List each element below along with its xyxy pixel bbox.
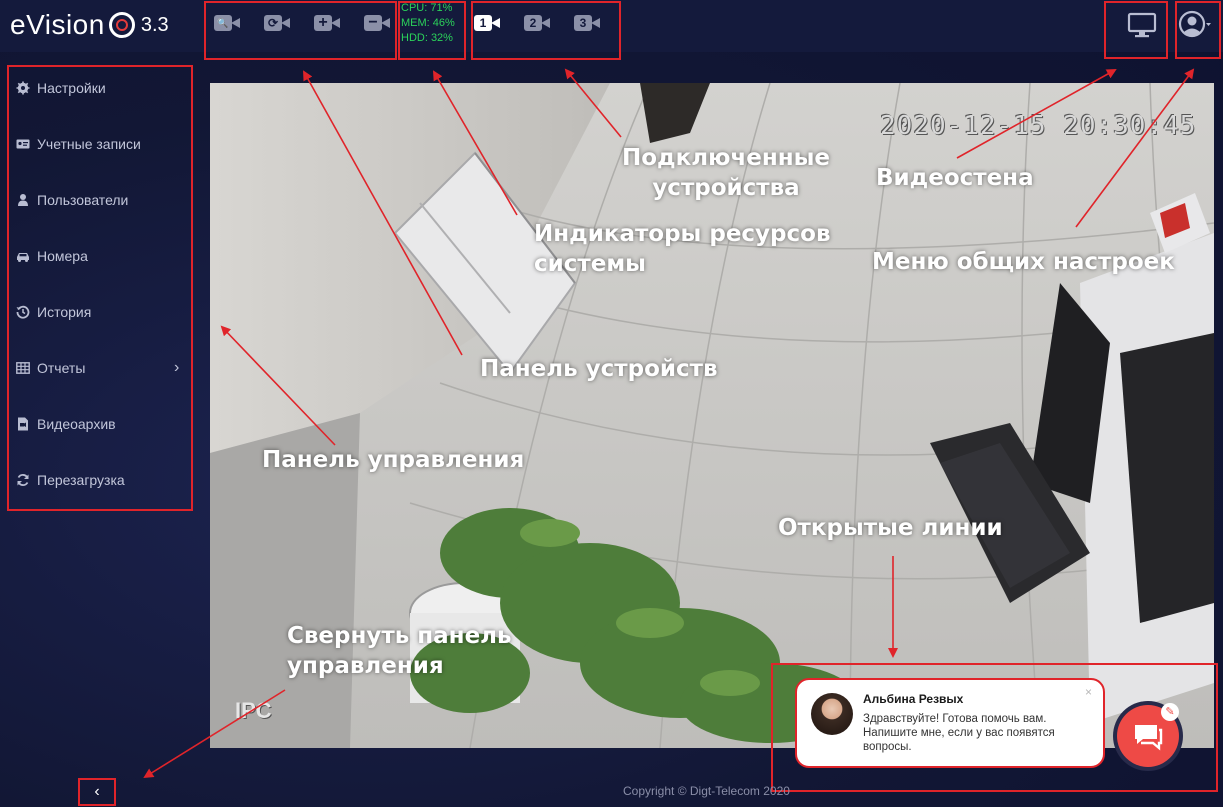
sidebar-item-accounts[interactable]: Учетные записи <box>16 132 141 156</box>
device-3-camera-icon[interactable]: 3 <box>574 13 602 33</box>
table-icon <box>16 362 30 374</box>
remove-camera-icon[interactable]: − <box>364 13 392 33</box>
annotation-collapse-panel: Свернуть панель управления <box>287 623 512 679</box>
sidebar-item-reports[interactable]: Отчеты › <box>16 356 186 380</box>
car-icon <box>17 253 29 262</box>
sidebar-item-label: Видеоархив <box>37 416 116 432</box>
gear-icon <box>16 81 30 95</box>
agent-name: Альбина Резвых <box>863 692 964 706</box>
sidebar-item-label: Перезагрузка <box>37 472 125 488</box>
sidebar-item-label: Учетные записи <box>37 136 141 152</box>
annotation-open-lines: Открытые линии <box>778 515 1003 541</box>
annotation-connected-devices: Подключенные устройства <box>622 145 831 201</box>
top-bar: eVision 3.3 🔍 ⟳ + − CPU: 71% MEM: 46% HD… <box>0 0 1223 60</box>
sidebar-item-users[interactable]: Пользователи <box>16 188 128 212</box>
annotation-video-wall: Видеостена <box>876 165 1034 191</box>
collapse-panel-button[interactable]: ‹ <box>78 778 116 806</box>
monitor-icon[interactable] <box>1127 10 1157 40</box>
sidebar-item-label: Номера <box>37 248 88 264</box>
hdd-usage: HDD: 32% <box>401 32 453 44</box>
video-timestamp: 2020-12-15 20:30:45 <box>880 111 1197 141</box>
sidebar-item-label: Отчеты <box>37 360 86 376</box>
pencil-icon: ✎ <box>1161 703 1179 721</box>
device-1-camera-icon[interactable]: 1 <box>474 13 502 33</box>
user-icon <box>18 194 28 206</box>
sidebar-item-plates[interactable]: Номера <box>16 244 88 268</box>
history-icon <box>16 305 30 319</box>
camera-label: IPC <box>235 698 272 723</box>
sidebar-item-history[interactable]: История <box>16 300 91 324</box>
app-version: 3.3 <box>140 13 169 36</box>
id-card-icon <box>16 139 30 149</box>
search-camera-icon[interactable]: 🔍 <box>214 13 242 33</box>
chat-message: Здравствуйте! Готова помочь вам. Напишит… <box>863 713 1055 753</box>
user-menu-icon[interactable] <box>1178 8 1212 42</box>
agent-avatar <box>811 693 853 735</box>
reload-icon <box>17 474 29 486</box>
sidebar-item-video-archive[interactable]: Видеоархив <box>16 412 116 436</box>
annotation-resource-indicators: Индикаторы ресурсов системы <box>534 221 831 277</box>
chevron-right-icon: › <box>174 359 180 376</box>
annotation-device-panel: Панель устройств <box>480 356 718 382</box>
mem-usage: MEM: 46% <box>401 17 455 29</box>
open-lines-button[interactable]: ✎ <box>1117 703 1179 767</box>
sidebar-item-label: Пользователи <box>37 192 129 208</box>
close-icon[interactable]: × <box>1085 685 1092 699</box>
annotation-control-panel: Панель управления <box>262 447 525 473</box>
annotation-general-settings-menu: Меню общих настроек <box>872 249 1175 275</box>
device-2-camera-icon[interactable]: 2 <box>524 13 552 33</box>
add-camera-icon[interactable]: + <box>314 13 342 33</box>
copyright-text: Copyright © Digt-Telecom 2020 <box>623 784 790 798</box>
sidebar-item-label: Настройки <box>37 80 106 96</box>
video-file-icon <box>18 417 28 431</box>
cpu-usage: CPU: 71% <box>401 2 453 14</box>
chat-greeting-bubble[interactable]: Альбина Резвых Здравствуйте! Готова помо… <box>795 678 1105 768</box>
sidebar-item-reboot[interactable]: Перезагрузка <box>16 468 125 492</box>
sidebar-item-label: История <box>37 304 92 320</box>
app-logo[interactable]: eVision 3.3 <box>10 8 169 42</box>
logo-mark-icon <box>108 12 135 38</box>
sidebar-item-settings[interactable]: Настройки <box>16 76 106 100</box>
control-panel: Настройки Учетные записи Пользователи Но… <box>8 66 193 510</box>
logo-text: eVision <box>10 9 105 40</box>
refresh-camera-icon[interactable]: ⟳ <box>264 13 292 33</box>
resource-indicators: CPU: 71% MEM: 46% HDD: 32% <box>401 1 455 46</box>
